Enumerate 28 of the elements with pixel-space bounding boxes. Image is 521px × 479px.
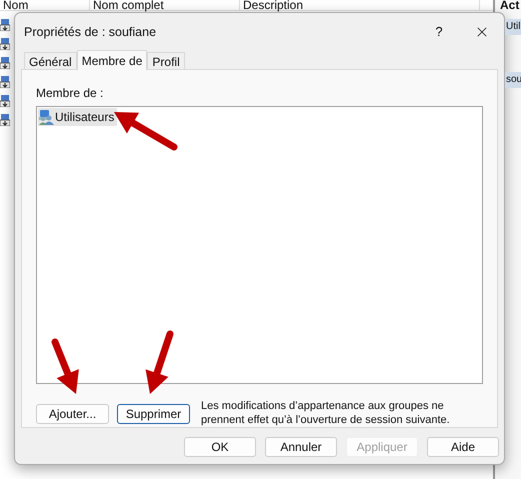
arrow xyxy=(52,338,79,394)
arrow xyxy=(114,112,178,150)
tab[interactable]: Général xyxy=(24,52,77,69)
dialog-button[interactable]: Aide xyxy=(427,437,499,457)
user-icon xyxy=(0,95,10,107)
add-button[interactable]: Ajouter... xyxy=(36,404,109,424)
note-text: Les modifications d’appartenance aux groupes ne prennent effet qu’à l’ouverture de session suivante. xyxy=(201,400,451,427)
help-button[interactable]: ? xyxy=(429,22,449,42)
user-icon xyxy=(0,76,10,88)
remove-button[interactable]: Supprimer xyxy=(117,404,190,424)
tab[interactable]: Profil xyxy=(147,52,185,69)
column-header[interactable]: Nom xyxy=(0,0,90,10)
column-header[interactable]: Nom complet xyxy=(90,0,240,10)
user-icon xyxy=(0,57,10,69)
user-icon xyxy=(0,19,10,31)
users-icon xyxy=(38,109,54,125)
actions-item[interactable]: Util xyxy=(505,19,521,35)
group-item[interactable]: Utilisateurs xyxy=(38,108,118,126)
dialog-button[interactable]: OK xyxy=(184,437,256,457)
member-of-label: Membre de : xyxy=(36,85,104,102)
user-icon xyxy=(0,38,10,50)
tab[interactable]: Membre de xyxy=(76,50,148,70)
window-title: Propriétés de : soufiane xyxy=(24,24,158,41)
column-header[interactable]: Description xyxy=(240,0,480,10)
user-icon xyxy=(0,114,10,126)
dialog-button[interactable]: Annuler xyxy=(265,437,337,457)
actions-title: Act xyxy=(500,0,520,11)
arrow xyxy=(146,330,174,394)
